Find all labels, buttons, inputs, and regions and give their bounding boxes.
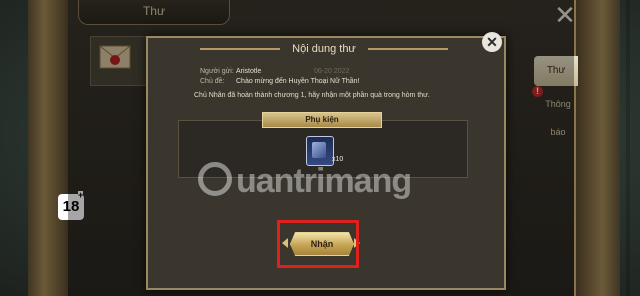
watermark-logo-icon xyxy=(198,162,232,196)
left-frame xyxy=(28,0,70,296)
card-art xyxy=(312,142,326,158)
subject-value: Chào mừng đến Huyền Thoại Nữ Thần! xyxy=(236,78,360,85)
mail-date: 06-20 2022 xyxy=(314,68,350,75)
claim-highlight-box xyxy=(277,220,359,268)
watermark-text: uantrimang xyxy=(236,162,412,200)
sender-label: Người gửi: xyxy=(200,68,234,75)
subject-label: Chủ đề: xyxy=(200,78,225,85)
dialog-close-button[interactable]: ✕ xyxy=(482,32,502,52)
attachments-title: Phụ kiện xyxy=(262,112,382,128)
dialog-title: Nội dung thư xyxy=(292,43,356,55)
sender-value: Aristotle xyxy=(236,68,262,75)
right-frame xyxy=(574,0,620,296)
mail-message: Chủ Nhân đã hoàn thành chương 1, hãy nhậ… xyxy=(194,92,430,99)
